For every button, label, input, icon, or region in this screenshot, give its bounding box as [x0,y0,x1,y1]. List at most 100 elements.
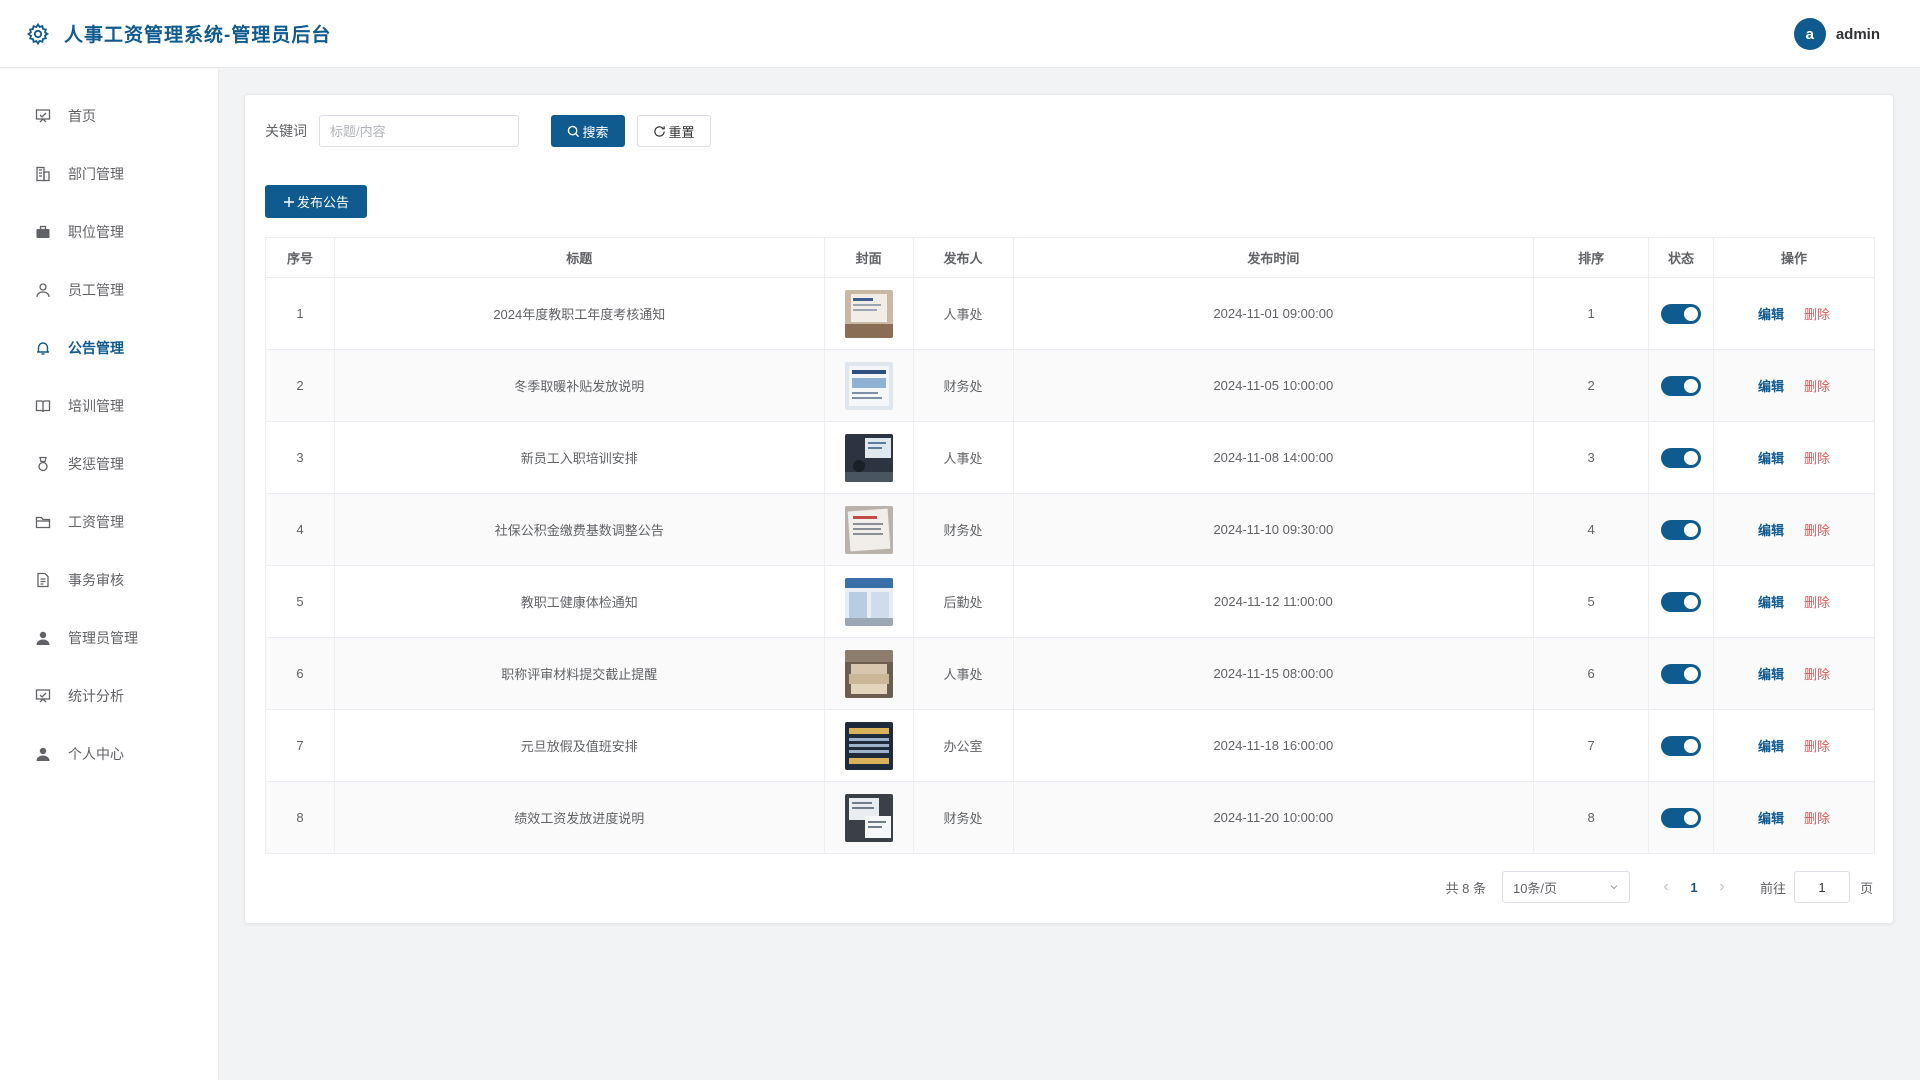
table-row: 1 2024年度教职工年度考核通知 人事处 2024-11-01 09:00:0… [265,277,1875,350]
avatar[interactable]: a [1793,18,1826,50]
sidebar-item-label: 工资管理 [68,514,124,530]
edit-link[interactable]: 编辑 [1758,307,1784,322]
status-toggle[interactable] [1661,519,1702,540]
row-title: 职称评审材料提交截止提醒 [333,637,825,710]
sidebar-item-rewards[interactable]: 奖惩管理 [0,435,218,493]
sidebar-item-training[interactable]: 培训管理 [0,377,218,435]
status-toggle[interactable] [1661,663,1702,684]
sidebar-item-profile[interactable]: 个人中心 [0,725,218,783]
presentation-icon [34,107,52,125]
row-order: 7 [1533,709,1650,782]
row-cover-cell [823,421,914,494]
row-time: 2024-11-12 11:00:00 [1012,565,1535,638]
edit-link[interactable]: 编辑 [1758,739,1784,754]
cover-image[interactable] [844,721,893,770]
prev-page-button[interactable] [1652,880,1680,895]
username[interactable]: admin [1836,26,1880,43]
delete-link[interactable]: 删除 [1804,667,1830,682]
row-time: 2024-11-20 10:00:00 [1012,781,1535,854]
edit-link[interactable]: 编辑 [1758,667,1784,682]
sidebar-item-employees[interactable]: 员工管理 [0,261,218,319]
status-toggle[interactable] [1661,807,1702,828]
delete-link[interactable]: 删除 [1804,523,1830,538]
cover-image[interactable] [844,649,893,698]
table-row: 7 元旦放假及值班安排 办公室 2024-11-18 16:00:00 7 编辑… [265,709,1875,782]
sidebar-item-announcements[interactable]: 公告管理 [0,319,218,377]
row-order: 2 [1533,349,1650,422]
edit-link[interactable]: 编辑 [1758,523,1784,538]
row-status-cell [1648,781,1715,854]
sidebar-item-approvals[interactable]: 事务审核 [0,551,218,609]
table-row: 5 教职工健康体检通知 后勤处 2024-11-12 11:00:00 5 编辑… [265,565,1875,638]
chevron-right-icon [1720,883,1725,890]
delete-link[interactable]: 删除 [1804,379,1830,394]
cover-image[interactable] [844,793,893,842]
row-actions: 编辑 删除 [1713,349,1875,422]
sidebar-item-positions[interactable]: 职位管理 [0,203,218,261]
sidebar-item-home[interactable]: 首页 [0,87,218,145]
row-status-cell [1648,493,1715,566]
delete-link[interactable]: 删除 [1804,451,1830,466]
presentation-icon [34,687,52,705]
row-actions: 编辑 删除 [1713,421,1875,494]
search-button[interactable]: 搜索 [551,115,625,147]
row-title: 教职工健康体检通知 [333,565,825,638]
sidebar-item-label: 管理员管理 [68,630,138,646]
edit-link[interactable]: 编辑 [1758,379,1784,394]
page-number-current[interactable]: 1 [1680,880,1708,895]
search-input[interactable] [319,115,519,147]
cover-image[interactable] [844,505,893,554]
sidebar-item-salary[interactable]: 工资管理 [0,493,218,551]
goto-label: 前往 [1759,880,1786,896]
status-toggle[interactable] [1661,375,1702,396]
column-header: 封面 [823,237,914,278]
cover-image[interactable] [844,289,893,338]
table-row: 6 职称评审材料提交截止提醒 人事处 2024-11-15 08:00:00 6… [265,637,1875,710]
row-index: 6 [265,637,335,710]
cover-image[interactable] [844,361,893,410]
table-row: 2 冬季取暖补贴发放说明 财务处 2024-11-05 10:00:00 2 编… [265,349,1875,422]
reset-button[interactable]: 重置 [637,115,711,147]
row-actions: 编辑 删除 [1713,637,1875,710]
edit-link[interactable]: 编辑 [1758,595,1784,610]
edit-link[interactable]: 编辑 [1758,811,1784,826]
row-actions: 编辑 删除 [1713,493,1875,566]
row-title: 绩效工资发放进度说明 [333,781,825,854]
row-order: 1 [1533,277,1650,350]
cover-image[interactable] [844,433,893,482]
publish-announcement-button[interactable]: 发布公告 [265,185,367,218]
delete-link[interactable]: 删除 [1804,811,1830,826]
edit-link[interactable]: 编辑 [1758,451,1784,466]
next-page-button[interactable] [1708,880,1736,895]
row-order: 4 [1533,493,1650,566]
sidebar-item-label: 事务审核 [68,572,124,588]
user-menu[interactable]: a admin [1793,18,1880,50]
row-title: 社保公积金缴费基数调整公告 [333,493,825,566]
cover-image[interactable] [844,577,893,626]
gear-icon[interactable] [24,20,52,48]
status-toggle[interactable] [1661,303,1702,324]
sidebar-item-label: 首页 [68,108,96,124]
sidebar-item-admins[interactable]: 管理员管理 [0,609,218,667]
row-cover-cell [823,565,914,638]
delete-link[interactable]: 删除 [1804,307,1830,322]
delete-link[interactable]: 删除 [1804,739,1830,754]
page-size-select[interactable]: 10条/页 [1501,871,1630,903]
row-index: 1 [265,277,335,350]
row-status-cell [1648,709,1715,782]
row-actions: 编辑 删除 [1713,709,1875,782]
status-toggle[interactable] [1661,735,1702,756]
row-publisher: 人事处 [912,637,1014,710]
goto-page-input[interactable] [1793,871,1850,903]
row-publisher: 办公室 [912,709,1014,782]
plus-icon [283,196,294,207]
sidebar-item-departments[interactable]: 部门管理 [0,145,218,203]
app-title: 人事工资管理系统-管理员后台 [64,25,332,46]
row-publisher: 财务处 [912,781,1014,854]
chevron-left-icon [1663,883,1668,890]
status-toggle[interactable] [1661,447,1702,468]
sidebar-item-statistics[interactable]: 统计分析 [0,667,218,725]
row-title: 新员工入职培训安排 [333,421,825,494]
delete-link[interactable]: 删除 [1804,595,1830,610]
status-toggle[interactable] [1661,591,1702,612]
